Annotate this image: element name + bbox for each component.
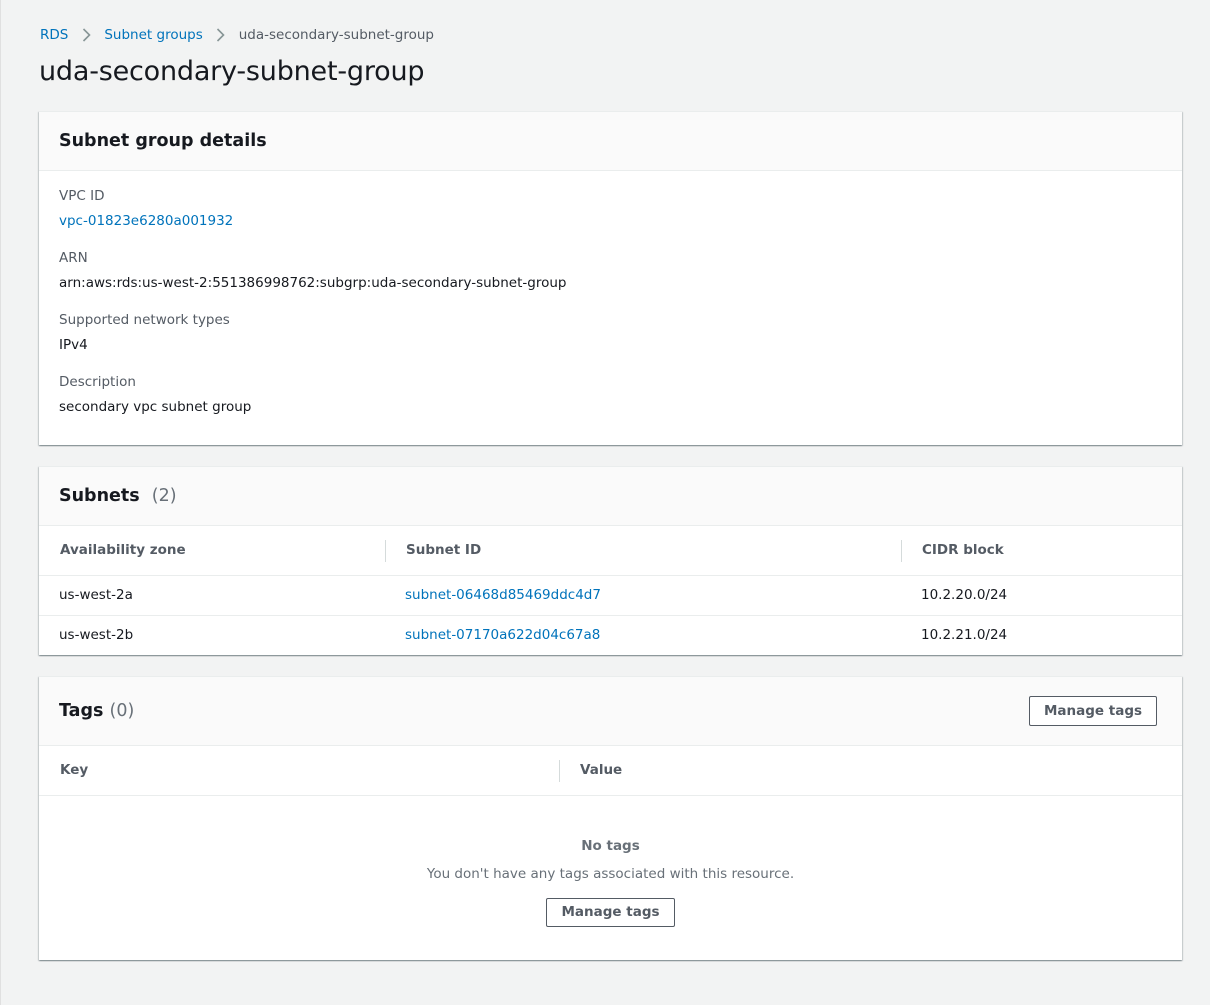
tags-panel: Tags (0) Manage tags Key Value No tags Y… xyxy=(39,676,1182,960)
table-row: us-west-2b subnet-07170a622d04c67a8 10.2… xyxy=(39,614,1182,655)
description-label: Description xyxy=(59,374,136,390)
panel-title: Subnets (2) xyxy=(59,486,177,506)
arn-label: ARN xyxy=(59,250,88,266)
description-field: Description secondary vpc subnet group xyxy=(59,373,1162,416)
column-separator xyxy=(559,760,560,782)
breadcrumb-link-rds[interactable]: RDS xyxy=(40,27,68,43)
column-separator xyxy=(385,540,386,562)
arn-field: ARN arn:aws:rds:us-west-2:551386998762:s… xyxy=(59,249,1162,292)
breadcrumb-current: uda-secondary-subnet-group xyxy=(238,27,435,43)
column-header-cidr-block[interactable]: CIDR block xyxy=(901,526,1182,576)
column-header-key[interactable]: Key xyxy=(39,746,559,796)
empty-state-message: You don't have any tags associated with … xyxy=(426,865,795,882)
column-separator xyxy=(901,540,902,562)
description-value: secondary vpc subnet group xyxy=(59,399,252,415)
manage-tags-button[interactable]: Manage tags xyxy=(1029,696,1157,726)
network-types-field: Supported network types IPv4 xyxy=(59,311,1162,354)
breadcrumb: RDS Subnet groups uda-secondary-subnet-g… xyxy=(40,25,434,45)
cidr-cell: 10.2.20.0/24 xyxy=(921,587,1008,603)
page-title: uda-secondary-subnet-group xyxy=(39,56,425,87)
tags-table: Key Value xyxy=(39,746,1182,796)
az-cell: us-west-2a xyxy=(59,587,133,603)
panel-header: Subnets (2) xyxy=(39,467,1182,526)
empty-state-title: No tags xyxy=(581,837,640,854)
subnets-panel: Subnets (2) Availability zone Subnet ID … xyxy=(39,466,1182,655)
cidr-cell: 10.2.21.0/24 xyxy=(901,614,1182,655)
subnet-id-link[interactable]: subnet-07170a622d04c67a8 xyxy=(405,627,600,643)
subnets-title: Subnets xyxy=(59,486,140,506)
tags-count: (0) xyxy=(109,701,135,721)
vpc-id-link[interactable]: vpc-01823e6280a001932 xyxy=(59,213,233,229)
panel-title: Tags (0) xyxy=(59,701,134,721)
chevron-right-icon xyxy=(203,28,239,42)
subnets-table: Availability zone Subnet ID CIDR block u… xyxy=(39,526,1182,655)
subnet-id-link[interactable]: subnet-06468d85469ddc4d7 xyxy=(405,587,601,603)
tags-title: Tags xyxy=(59,701,104,721)
vpc-id-label: VPC ID xyxy=(59,188,105,204)
chevron-right-icon xyxy=(68,28,104,42)
panel-title: Subnet group details xyxy=(59,131,267,151)
subnets-count: (2) xyxy=(151,486,177,506)
arn-value: arn:aws:rds:us-west-2:551386998762:subgr… xyxy=(59,275,567,291)
empty-state: No tags You don't have any tags associat… xyxy=(39,796,1182,961)
vpc-id-field: VPC ID vpc-01823e6280a001932 xyxy=(59,187,1162,230)
breadcrumb-link-subnet-groups[interactable]: Subnet groups xyxy=(104,27,202,43)
column-header-value[interactable]: Value xyxy=(559,746,1182,796)
network-types-label: Supported network types xyxy=(59,312,230,328)
column-header-subnet-id[interactable]: Subnet ID xyxy=(385,526,901,576)
manage-tags-empty-button[interactable]: Manage tags xyxy=(546,897,675,927)
network-types-value: IPv4 xyxy=(59,337,88,353)
panel-header: Subnet group details xyxy=(39,112,1182,171)
subnet-group-details-panel: Subnet group details VPC ID vpc-01823e62… xyxy=(39,111,1182,445)
panel-header: Tags (0) Manage tags xyxy=(39,677,1182,746)
table-row: us-west-2a subnet-06468d85469ddc4d7 10.2… xyxy=(39,575,1182,615)
az-cell: us-west-2b xyxy=(39,614,385,655)
column-header-availability-zone[interactable]: Availability zone xyxy=(39,526,385,576)
